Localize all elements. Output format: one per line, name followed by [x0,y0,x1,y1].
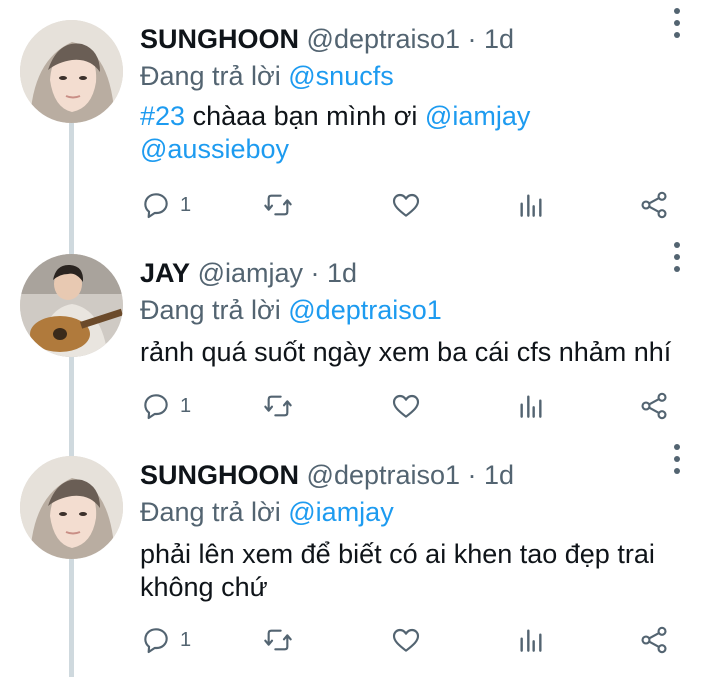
mention-link[interactable]: @iamjay [425,101,530,131]
share-icon [641,191,667,219]
retweet-icon [264,629,292,651]
timestamp[interactable]: 1d [484,460,514,490]
analytics-button[interactable] [515,187,547,223]
replying-to-mention[interactable]: @iamjay [288,497,393,527]
timestamp[interactable]: 1d [327,258,357,288]
reply-icon [144,394,168,420]
more-icon[interactable] [670,242,684,276]
reply-button[interactable]: 1 [140,388,191,424]
person-hoodie-avatar-icon [20,20,123,123]
analytics-icon [520,629,542,652]
avatar[interactable] [20,20,123,123]
tweet-text: rảnh quá suốt ngày xem ba cái cfs nhảm n… [140,337,672,367]
timestamp[interactable]: 1d [484,24,514,54]
action-bar: 1 [140,388,685,424]
reply-count: 1 [180,193,192,216]
more-icon[interactable] [670,444,684,478]
reply-button[interactable]: 1 [140,187,191,223]
like-icon [392,628,420,652]
author-handle[interactable]: @deptraiso1 [307,460,461,490]
action-bar: 1 [140,622,685,658]
replying-prefix: Đang trả lời [140,295,289,325]
replying-to: Đang trả lời @deptraiso1 [140,292,720,328]
analytics-button[interactable] [515,388,547,424]
person-hoodie-avatar-icon [20,456,123,559]
separator: · [460,24,485,54]
tweet-text: phải lên xem để biết có ai khen tao đẹp … [140,538,720,604]
replying-prefix: Đang trả lời [140,61,289,91]
author-name[interactable]: SUNGHOON [140,460,299,490]
analytics-icon [520,395,542,418]
analytics-button[interactable] [515,622,547,658]
reply-icon [144,193,168,219]
retweet-button[interactable] [262,388,294,424]
retweet-button[interactable] [262,187,294,223]
reply-count: 1 [180,394,192,417]
author-handle[interactable]: @deptraiso1 [307,24,461,54]
like-icon [392,394,420,418]
tweet-text-line: phải lên xem để biết có ai khen tao đẹp … [140,539,655,569]
author-name[interactable]: SUNGHOON [140,24,299,54]
more-icon[interactable] [670,8,684,42]
replying-prefix: Đang trả lời [140,497,289,527]
reply-button[interactable]: 1 [140,622,191,658]
like-button[interactable] [390,622,422,658]
tweet-text-line: không chứ [140,572,268,602]
like-icon [392,193,420,217]
avatar[interactable] [20,456,123,559]
replying-to: Đang trả lời @snucfs [140,58,720,94]
like-button[interactable] [390,187,422,223]
share-button[interactable] [638,388,670,424]
reply-count: 1 [180,628,192,651]
replying-to: Đang trả lời @iamjay [140,494,720,530]
retweet-icon [264,194,292,216]
retweet-button[interactable] [262,622,294,658]
share-button[interactable] [638,622,670,658]
avatar[interactable] [20,254,123,357]
replying-to-mention[interactable]: @deptraiso1 [288,295,442,325]
like-button[interactable] [390,388,422,424]
author-name[interactable]: JAY [140,258,190,288]
share-button[interactable] [638,187,670,223]
share-icon [641,392,667,420]
retweet-icon [264,395,292,417]
separator: · [460,460,485,490]
author-handle[interactable]: @iamjay [198,258,303,288]
tweet-text: #23 chàaa bạn mình ơi @iamjay @aussieboy [140,100,720,166]
action-bar: 1 [140,187,685,223]
replying-to-mention[interactable]: @snucfs [288,61,393,91]
reply-icon [144,628,168,654]
person-guitar-avatar-icon [20,254,123,357]
tweet-text-segment: chàaa bạn mình ơi [185,101,425,131]
analytics-icon [520,194,542,217]
separator: · [303,258,327,288]
share-icon [641,626,667,654]
thread-connector-line [69,118,74,677]
hashtag-link[interactable]: #23 [140,101,185,131]
mention-link[interactable]: @aussieboy [140,134,289,164]
